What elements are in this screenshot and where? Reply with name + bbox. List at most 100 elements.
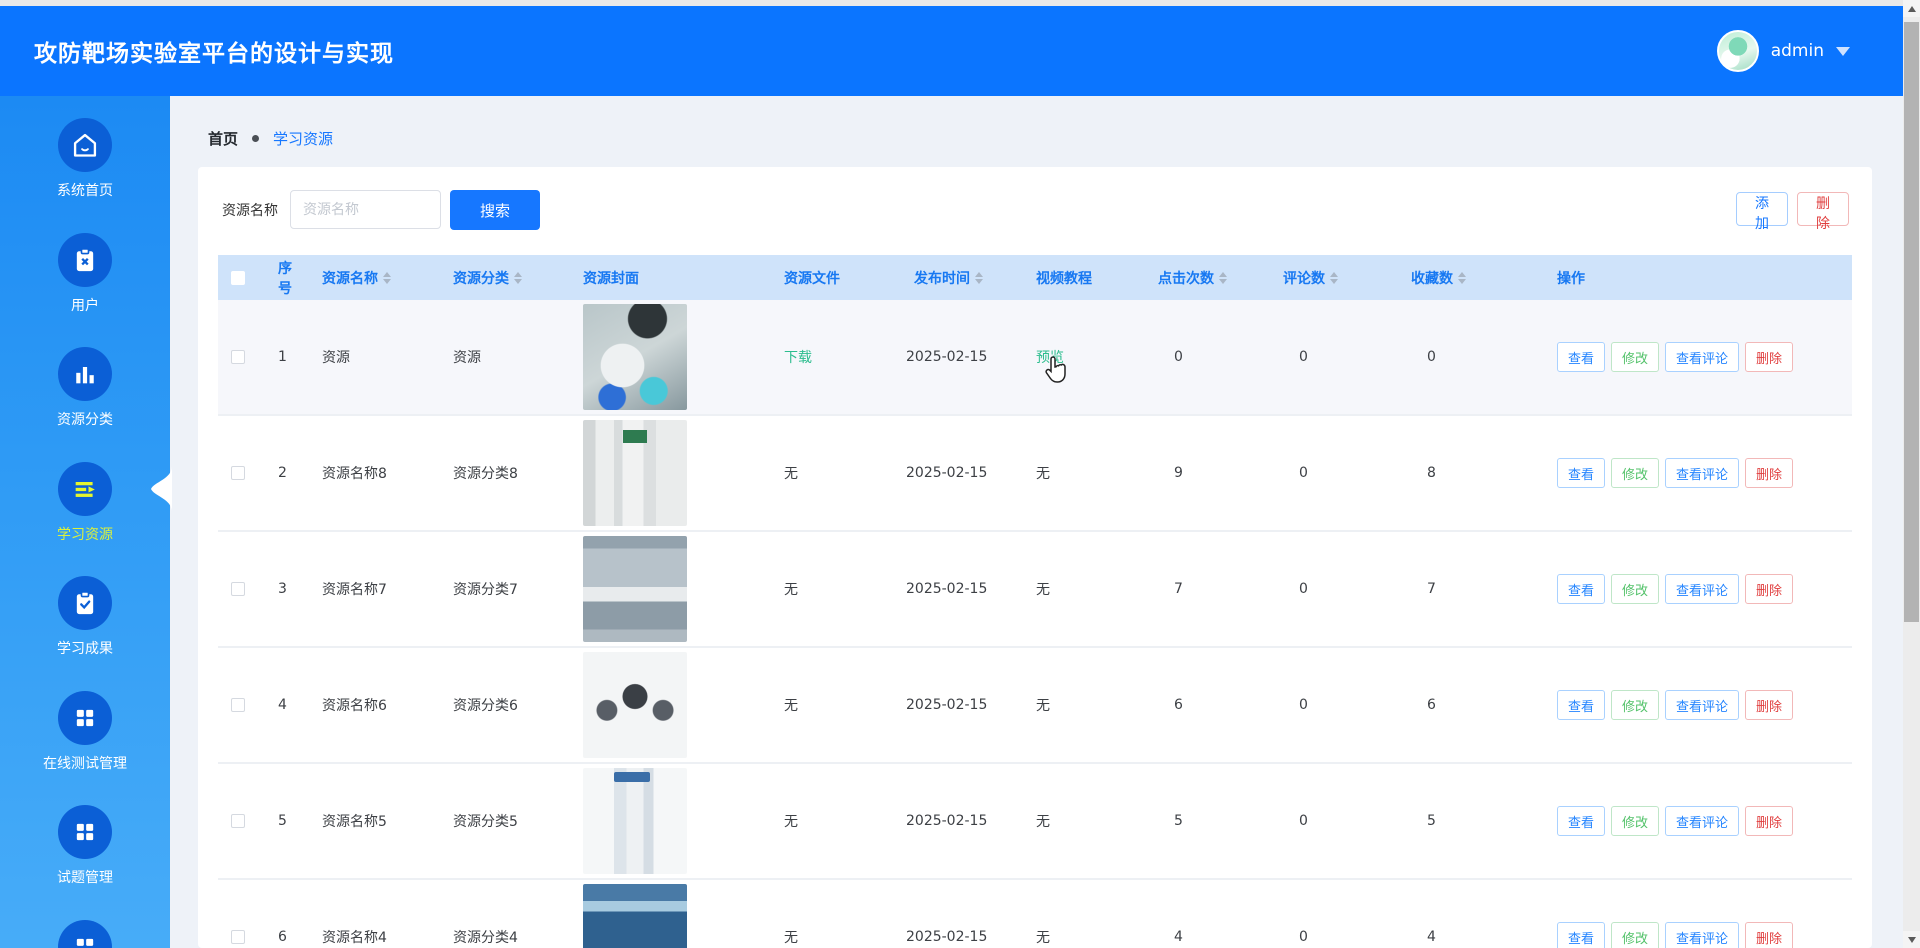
select-all-checkbox[interactable] <box>231 270 245 285</box>
download-link[interactable]: 下载 <box>784 350 812 366</box>
sidebar-item-系统首页[interactable]: 系统首页 <box>0 118 170 200</box>
table-row: 1 资源 资源 下载 2025-02-15 预览 0 0 0 查看 修改 查看评论 删除 <box>218 300 1852 416</box>
sidebar-item-label: 资源分类 <box>57 412 113 428</box>
edit-action-button[interactable]: 修改 <box>1611 458 1660 488</box>
column-label: 资源文件 <box>784 270 840 287</box>
view-action-button[interactable]: 查看 <box>1557 574 1606 604</box>
sidebar-item-学习成果[interactable]: 学习成果 <box>0 576 170 658</box>
comment-action-button[interactable]: 查看评论 <box>1665 806 1740 836</box>
cell-resource-category: 资源分类8 <box>453 466 518 482</box>
column-header-1: 序号 <box>258 258 302 298</box>
resource-cover-image[interactable] <box>583 768 687 874</box>
user-name: admin <box>1770 41 1824 61</box>
sidebar-item-用户[interactable]: 用户 <box>0 232 170 315</box>
view-action-button[interactable]: 查看 <box>1557 690 1606 720</box>
edit-action-button[interactable]: 修改 <box>1611 922 1660 948</box>
resource-cover-image[interactable] <box>583 420 687 526</box>
breadcrumb-home[interactable]: 首页 <box>208 128 238 149</box>
column-header-6: 发布时间 <box>894 268 1016 288</box>
clipboard-x-icon <box>58 232 112 287</box>
row-checkbox[interactable] <box>231 698 245 712</box>
row-checkbox[interactable] <box>231 814 245 828</box>
row-checkbox[interactable] <box>231 350 245 364</box>
sidebar-item-label: 试题管理 <box>57 870 113 886</box>
sort-carets-icon[interactable] <box>514 271 522 284</box>
sort-carets-icon[interactable] <box>1219 271 1227 284</box>
sort-carets-icon[interactable] <box>1458 271 1466 284</box>
resource-cover-image[interactable] <box>583 652 687 758</box>
cell-comment-count: 0 <box>1299 581 1308 597</box>
edit-action-button[interactable]: 修改 <box>1611 690 1660 720</box>
delete-action-button[interactable]: 删除 <box>1745 342 1794 372</box>
cell-index: 3 <box>278 581 287 597</box>
delete-action-button[interactable]: 删除 <box>1745 922 1794 948</box>
edit-action-button[interactable]: 修改 <box>1611 806 1660 836</box>
delete-action-button[interactable]: 删除 <box>1745 690 1794 720</box>
cell-actions: 查看 修改 查看评论 删除 <box>1519 342 1852 372</box>
preview-link[interactable]: 预览 <box>1036 350 1064 366</box>
cell-resource-name: 资源名称4 <box>322 930 387 946</box>
sidebar-item-试题管理[interactable]: 试题管理 <box>0 805 170 887</box>
sidebar-item-label: 学习成果 <box>57 641 113 657</box>
cell-actions: 查看 修改 查看评论 删除 <box>1519 458 1852 488</box>
cell-resource-name: 资源 <box>322 350 350 366</box>
delete-action-button[interactable]: 删除 <box>1745 806 1794 836</box>
row-checkbox[interactable] <box>231 466 245 480</box>
cell-comment-count: 0 <box>1299 697 1308 713</box>
search-button[interactable]: 搜索 <box>450 190 540 230</box>
edit-action-button[interactable]: 修改 <box>1611 342 1660 372</box>
row-checkbox[interactable] <box>231 930 245 944</box>
scroll-up-icon <box>1907 5 1916 12</box>
delete-action-button[interactable]: 删除 <box>1745 458 1794 488</box>
comment-action-button[interactable]: 查看评论 <box>1665 342 1740 372</box>
cell-click-count: 5 <box>1174 813 1183 829</box>
cell-resource-category: 资源分类4 <box>453 930 518 946</box>
scroll-down-button[interactable] <box>1903 931 1920 948</box>
comment-action-button[interactable]: 查看评论 <box>1665 458 1740 488</box>
resource-table: 序号 资源名称 资源分类 资源封面 资源文件 发布时间 视频教程 点击次数 评论数 收藏数 操作 1… <box>218 255 1852 948</box>
cell-click-count: 6 <box>1174 697 1183 713</box>
user-avatar[interactable] <box>1716 30 1759 72</box>
column-label: 评论数 <box>1283 270 1325 287</box>
cell-favorite-count: 8 <box>1427 465 1436 481</box>
sort-carets-icon[interactable] <box>383 271 391 284</box>
comment-action-button[interactable]: 查看评论 <box>1665 922 1740 948</box>
sidebar-item-学习资源[interactable]: 学习资源 <box>0 461 170 544</box>
cell-publish-date: 2025-02-15 <box>906 465 988 481</box>
sort-carets-icon[interactable] <box>975 271 983 284</box>
row-checkbox[interactable] <box>231 582 245 596</box>
delete-action-button[interactable]: 删除 <box>1745 574 1794 604</box>
resource-cover-image[interactable] <box>583 884 687 948</box>
search-input[interactable] <box>290 190 441 229</box>
comment-action-button[interactable]: 查看评论 <box>1665 574 1740 604</box>
view-action-button[interactable]: 查看 <box>1557 806 1606 836</box>
scrollbar[interactable] <box>1903 0 1920 948</box>
user-menu[interactable]: admin <box>1716 30 1850 72</box>
delete-button[interactable]: 删除 <box>1797 192 1849 232</box>
cell-comment-count: 0 <box>1299 813 1308 829</box>
cell-resource-file: 无 <box>764 579 894 599</box>
breadcrumb-current[interactable]: 学习资源 <box>273 128 333 149</box>
cell-resource-file: 下载 <box>764 347 894 367</box>
sidebar-item-在线测试管理[interactable]: 在线测试管理 <box>0 690 170 773</box>
sort-carets-icon[interactable] <box>1330 271 1338 284</box>
view-action-button[interactable]: 查看 <box>1557 342 1606 372</box>
cell-resource-category: 资源分类5 <box>453 814 518 830</box>
column-label: 点击次数 <box>1158 270 1214 287</box>
comment-action-button[interactable]: 查看评论 <box>1665 690 1740 720</box>
sidebar-item-资源分类[interactable]: 资源分类 <box>0 347 170 429</box>
scrollbar-thumb[interactable] <box>1904 22 1919 622</box>
video-none-text: 无 <box>1036 814 1050 830</box>
grid-icon <box>58 919 112 948</box>
cell-resource-name: 资源名称7 <box>322 582 387 598</box>
sidebar-item-hidden-8[interactable] <box>0 919 170 948</box>
view-action-button[interactable]: 查看 <box>1557 922 1606 948</box>
scroll-up-button[interactable] <box>1903 0 1920 17</box>
edit-action-button[interactable]: 修改 <box>1611 574 1660 604</box>
resource-cover-image[interactable] <box>583 536 687 642</box>
add-button[interactable]: 添加 <box>1736 192 1788 232</box>
resource-cover-image[interactable] <box>583 304 687 410</box>
cell-resource-file: 无 <box>764 695 894 715</box>
view-action-button[interactable]: 查看 <box>1557 458 1606 488</box>
active-item-notch <box>151 465 172 512</box>
